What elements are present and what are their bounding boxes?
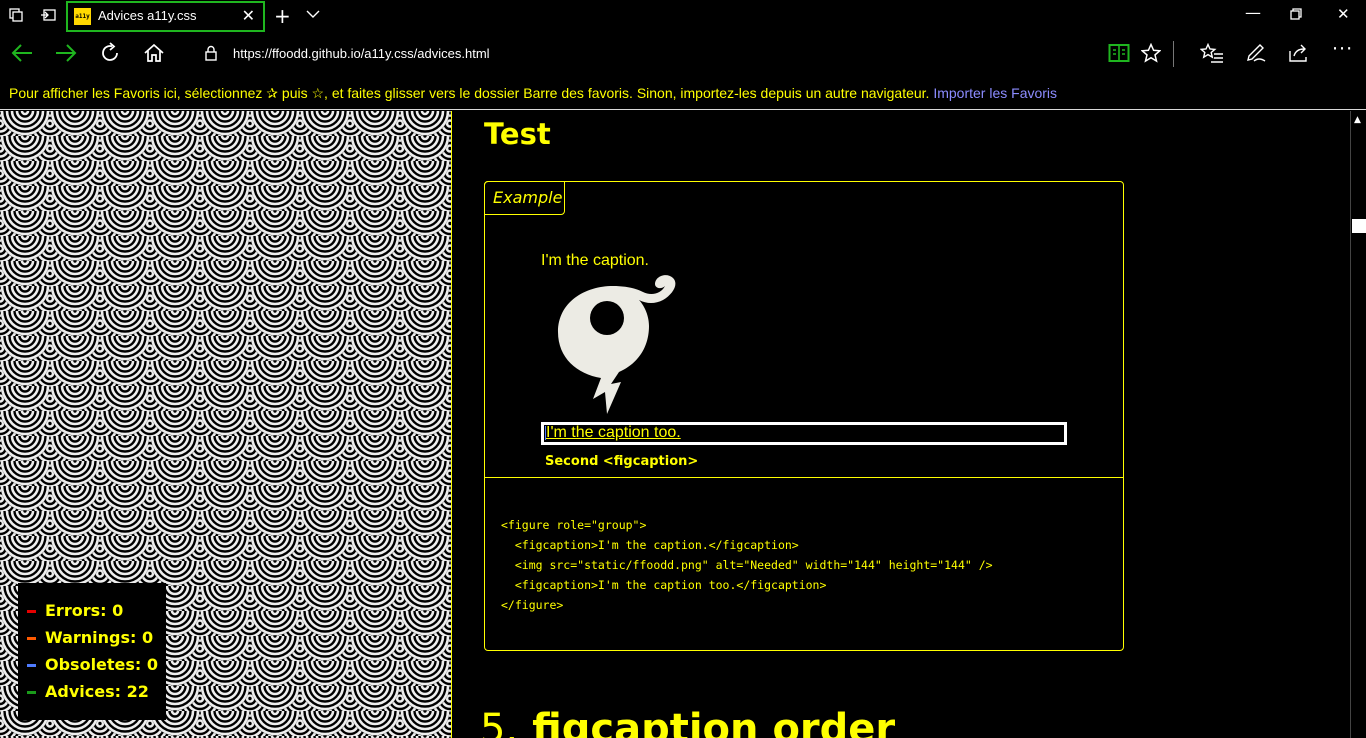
favorites-list-icon[interactable] <box>1199 42 1224 67</box>
code-line: <figcaption>I'm the caption.</figcaption… <box>501 538 799 552</box>
code-line: <img src="static/ffoodd.png" alt="Needed… <box>501 558 993 572</box>
stat-errors: Errors: 0 <box>27 601 166 628</box>
obsoletes-indicator <box>27 664 36 667</box>
close-icon[interactable]: ✕ <box>242 6 255 25</box>
vertical-scrollbar[interactable]: ▲ <box>1350 111 1366 738</box>
tab-favicon: a11y <box>74 8 91 25</box>
warnings-indicator <box>27 637 36 640</box>
advices-indicator <box>27 691 36 694</box>
stat-obsoletes: Obsoletes: 0 <box>27 655 166 682</box>
example-box: Example I'm the caption. I'm the caption… <box>484 181 1124 651</box>
forward-arrow-icon[interactable] <box>54 42 78 69</box>
stat-obsoletes-label: Obsoletes: 0 <box>45 655 159 674</box>
pen-icon[interactable] <box>1245 43 1267 67</box>
toolbar-divider <box>1173 41 1174 67</box>
next-section-heading: 5. figcaption order <box>480 706 895 738</box>
example-divider <box>485 477 1123 478</box>
decorative-pattern-pane: Errors: 0 Warnings: 0 Obsoletes: 0 Advic… <box>0 111 452 738</box>
stat-warnings: Warnings: 0 <box>27 628 166 655</box>
second-figcaption-highlight: I'm the caption too. <box>541 422 1067 445</box>
plus-icon[interactable]: + <box>274 4 291 28</box>
stat-advices-label: Advices: 22 <box>45 682 149 701</box>
reading-view-icon[interactable] <box>1108 43 1130 67</box>
example-label: Example <box>484 181 565 215</box>
favorites-bar: Pour afficher les Favoris ici, sélection… <box>0 77 1366 110</box>
chevron-down-icon[interactable] <box>306 7 320 25</box>
stat-advices: Advices: 22 <box>27 682 166 709</box>
back-arrow-icon[interactable] <box>10 42 34 69</box>
restore-icon[interactable] <box>1290 8 1302 24</box>
tab-title: Advices a11y.css <box>98 8 197 23</box>
import-favorites-link[interactable]: Importer les Favoris <box>933 85 1057 101</box>
home-icon[interactable] <box>143 42 165 69</box>
ffoodd-logo-image <box>555 274 685 414</box>
browser-titlebar: a11y Advices a11y.css ✕ + — ✕ <box>0 0 1366 33</box>
refresh-icon[interactable] <box>99 42 121 69</box>
lock-icon <box>205 45 217 61</box>
first-figcaption: I'm the caption. <box>541 252 649 269</box>
code-line: <figcaption>I'm the caption too.</figcap… <box>501 578 827 592</box>
a11y-stats-panel: Errors: 0 Warnings: 0 Obsoletes: 0 Advic… <box>18 583 166 720</box>
scrollbar-thumb[interactable] <box>1352 219 1366 233</box>
url-field[interactable]: https://ffoodd.github.io/a11y.css/advice… <box>233 46 490 61</box>
section-heading: Test <box>484 117 551 151</box>
set-aside-tabs-icon[interactable] <box>40 8 56 26</box>
more-icon[interactable]: ··· <box>1332 39 1353 59</box>
close-icon[interactable]: ✕ <box>1337 5 1350 23</box>
next-section-number: 5. <box>480 706 519 738</box>
second-figcaption: I'm the caption too. <box>545 424 681 442</box>
advice-message: Second <figcaption> <box>545 454 699 469</box>
code-line: <figure role="group"> <box>501 518 647 532</box>
stat-errors-label: Errors: 0 <box>45 601 124 620</box>
favorites-bar-message: Pour afficher les Favoris ici, sélection… <box>9 85 930 101</box>
share-icon[interactable] <box>1288 43 1310 67</box>
star-icon[interactable] <box>1140 42 1162 67</box>
main-content: Test Example I'm the caption. I'm the ca… <box>453 111 1350 738</box>
scroll-up-arrow-icon[interactable]: ▲ <box>1354 115 1361 125</box>
stat-warnings-label: Warnings: 0 <box>45 628 154 647</box>
tab-actions-icon[interactable] <box>9 8 23 26</box>
minimize-icon[interactable]: — <box>1245 3 1261 22</box>
next-section-title: figcaption order <box>532 706 896 738</box>
active-tab[interactable]: a11y Advices a11y.css ✕ <box>66 1 265 32</box>
code-line: </figure> <box>501 598 564 612</box>
errors-indicator <box>27 610 36 613</box>
code-sample: <figure role="group"> <figcaption>I'm th… <box>501 515 993 615</box>
second-figcaption-text: I'm the caption too. <box>546 424 681 441</box>
address-bar: https://ffoodd.github.io/a11y.css/advice… <box>0 33 1366 77</box>
